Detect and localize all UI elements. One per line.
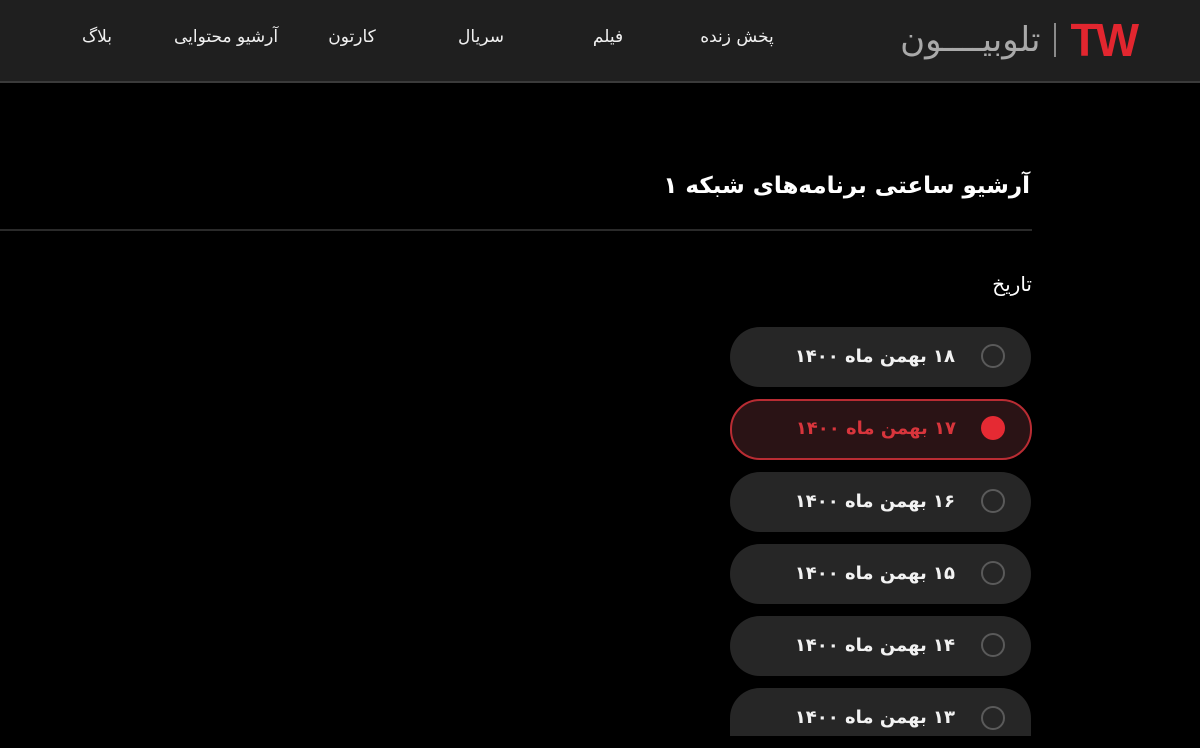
- date-option-label: ۱۴ بهمن ماه ۱۴۰۰: [794, 635, 955, 656]
- nav-item-series[interactable]: سریال: [458, 24, 504, 50]
- date-option[interactable]: ۱۴ بهمن ماه ۱۴۰۰: [730, 616, 1031, 676]
- telewebion-logo[interactable]: TW تلوبیــــون: [900, 14, 1139, 66]
- date-option-label: ۱۷ بهمن ماه ۱۴۰۰: [795, 418, 956, 439]
- radio-icon[interactable]: [981, 344, 1005, 368]
- radio-icon[interactable]: [981, 561, 1005, 585]
- nav-item-live[interactable]: پخش زنده: [700, 24, 774, 50]
- radio-icon[interactable]: [981, 633, 1005, 657]
- date-option-label: ۱۶ بهمن ماه ۱۴۰۰: [794, 491, 955, 512]
- page-title: آرشیو ساعتی برنامه‌های شبکه ۱: [663, 173, 1030, 199]
- date-option-label: ۱۸ بهمن ماه ۱۴۰۰: [794, 346, 955, 367]
- date-option-label: ۱۳ بهمن ماه ۱۴۰۰: [794, 707, 955, 728]
- title-divider: [0, 229, 1032, 231]
- nav-item-content-archive[interactable]: آرشیو محتوایی: [174, 24, 278, 50]
- date-section-label: تاریخ: [992, 272, 1032, 296]
- radio-selected-icon[interactable]: [981, 416, 1005, 440]
- logo-mark: TW: [1070, 14, 1138, 66]
- date-option[interactable]: ۱۸ بهمن ماه ۱۴۰۰: [730, 327, 1031, 387]
- logo-divider: [1054, 23, 1057, 57]
- date-option-selected[interactable]: ۱۷ بهمن ماه ۱۴۰۰: [730, 399, 1032, 460]
- nav-item-cartoon[interactable]: کارتون: [328, 24, 375, 50]
- nav-item-movies[interactable]: فیلم: [593, 24, 623, 50]
- top-header: TW تلوبیــــون پخش زنده فیلم سریال کارتو…: [0, 0, 1200, 83]
- date-option[interactable]: ۱۳ بهمن ماه ۱۴۰۰: [730, 688, 1031, 736]
- date-option[interactable]: ۱۶ بهمن ماه ۱۴۰۰: [730, 472, 1031, 532]
- date-option[interactable]: ۱۵ بهمن ماه ۱۴۰۰: [730, 544, 1031, 604]
- date-option-label: ۱۵ بهمن ماه ۱۴۰۰: [794, 563, 955, 584]
- radio-icon[interactable]: [981, 706, 1005, 730]
- logo-wordmark: تلوبیــــون: [900, 20, 1041, 60]
- nav-item-blog[interactable]: بلاگ: [82, 24, 112, 50]
- radio-icon[interactable]: [981, 489, 1005, 513]
